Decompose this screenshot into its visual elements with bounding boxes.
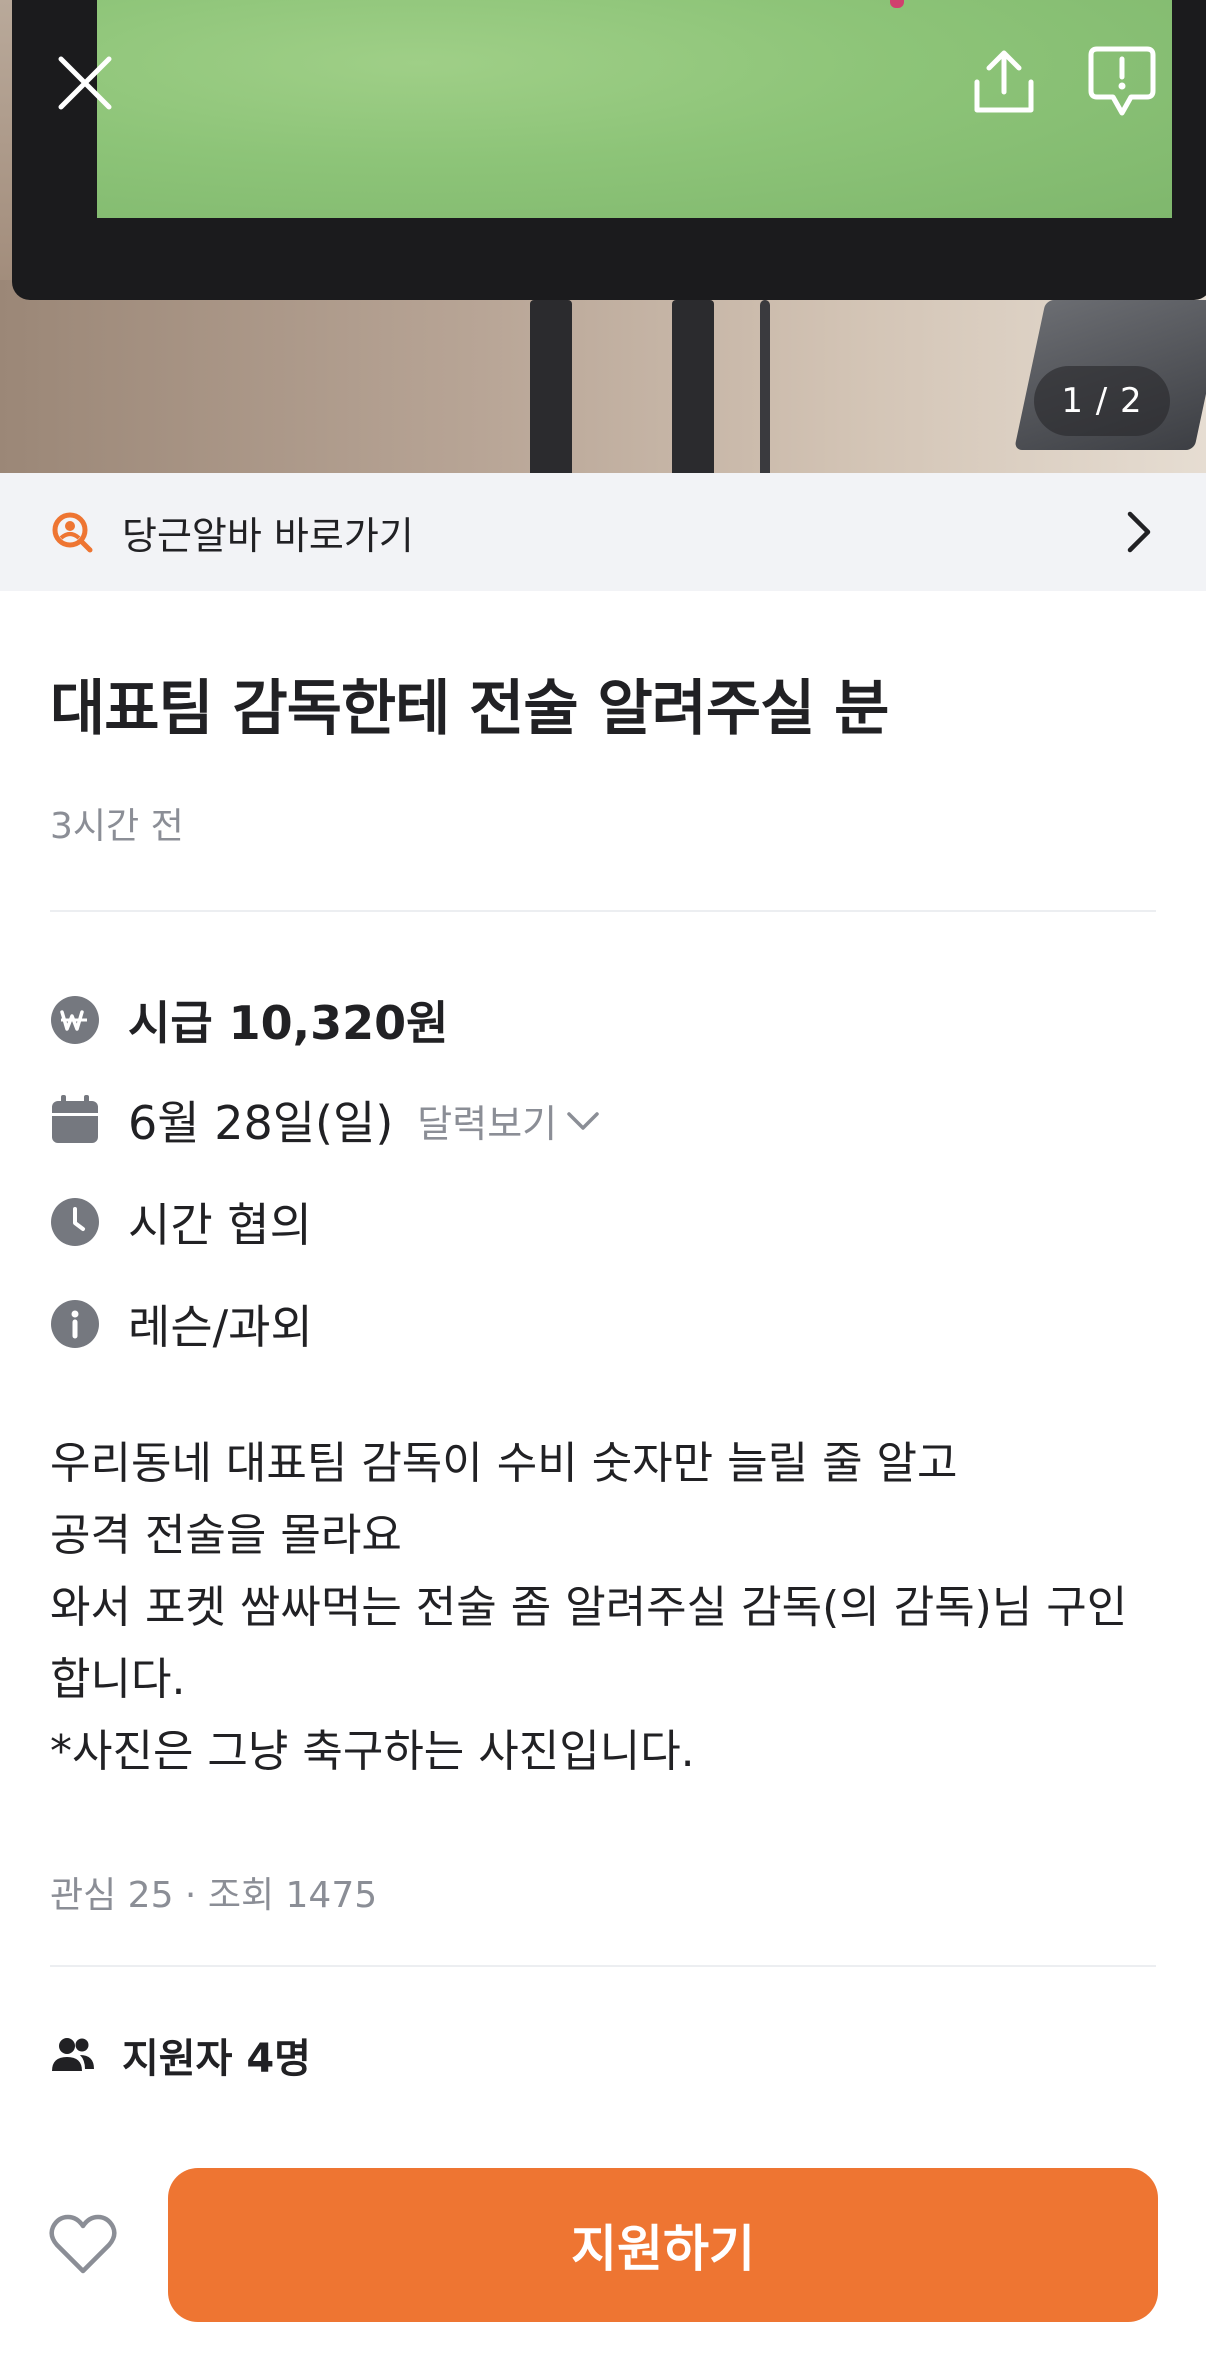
won-icon <box>50 995 100 1045</box>
post-description: 우리동네 대표팀 감독이 수비 숫자만 늘릴 줄 알고 공격 전술을 몰라요 와… <box>50 1428 1160 1788</box>
alba-shortcut-banner[interactable]: 당근알바 바로가기 <box>0 473 1206 591</box>
description-line: 공격 전술을 몰라요 <box>50 1510 402 1561</box>
alba-shortcut-label: 당근알바 바로가기 <box>122 513 414 558</box>
wage-text: 시급 10,320원 <box>128 996 449 1050</box>
description-line: 와서 포켓 쌈싸먹는 전술 좀 알려주실 감독(의 감독)님 구인 <box>50 1582 1128 1633</box>
share-button[interactable] <box>964 42 1044 122</box>
like-button[interactable] <box>46 2210 120 2278</box>
applicants-count: 지원자 4명 <box>122 2036 311 2082</box>
interest-view-stats: 관심 25 · 조회 1475 <box>50 1875 378 1916</box>
chevron-right-icon <box>1127 511 1151 553</box>
category-text: 레슨/과외 <box>128 1300 313 1354</box>
post-title: 대표팀 감독한테 전술 알려주실 분 <box>50 674 889 744</box>
photo-cable <box>760 300 770 473</box>
category-row: 레슨/과외 <box>50 1292 313 1356</box>
info-icon <box>50 1299 100 1349</box>
wage-row: 시급 10,320원 <box>50 988 448 1052</box>
date-text: 6월 28일(일) <box>128 1096 394 1150</box>
posted-time: 3시간 전 <box>50 806 184 847</box>
date-row: 6월 28일(일) 달력보기 <box>50 1088 601 1152</box>
description-line: *사진은 그냥 축구하는 사진입니다. <box>50 1726 695 1777</box>
close-button[interactable] <box>50 48 120 118</box>
report-icon <box>1088 46 1156 116</box>
photo-player <box>890 0 904 8</box>
calendar-icon <box>50 1095 100 1145</box>
clock-icon <box>50 1197 100 1247</box>
alba-search-icon <box>52 512 93 553</box>
time-row: 시간 협의 <box>50 1190 312 1254</box>
photo-tv-stand-right <box>672 300 714 473</box>
people-icon <box>52 2038 94 2071</box>
chevron-down-icon <box>567 1112 599 1130</box>
close-icon <box>58 56 112 110</box>
report-button[interactable] <box>1082 42 1162 122</box>
view-calendar-link[interactable]: 달력보기 <box>417 1093 601 1148</box>
photo-tv-stand-left <box>530 300 572 473</box>
heart-icon <box>49 2214 117 2274</box>
divider <box>50 1965 1156 1967</box>
view-calendar-label: 달력보기 <box>417 1101 558 1146</box>
image-counter: 1 / 2 <box>1034 366 1170 436</box>
divider <box>50 910 1156 912</box>
apply-button[interactable]: 지원하기 <box>168 2168 1158 2322</box>
time-text: 시간 협의 <box>128 1198 312 1252</box>
description-line: 합니다. <box>50 1654 186 1705</box>
description-line: 우리동네 대표팀 감독이 수비 숫자만 늘릴 줄 알고 <box>50 1438 958 1489</box>
share-icon <box>974 50 1034 113</box>
applicants-row[interactable]: 지원자 4명 <box>50 2025 311 2085</box>
job-photo[interactable]: 1 / 2 <box>0 0 1206 473</box>
